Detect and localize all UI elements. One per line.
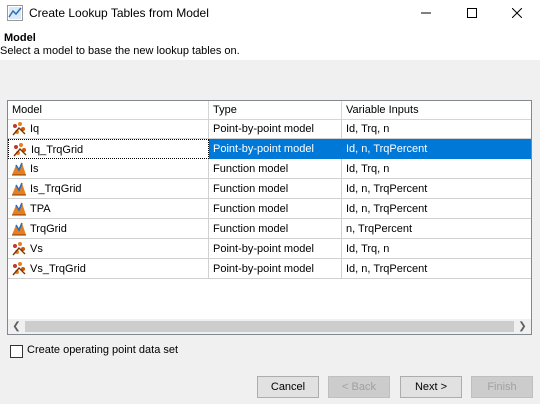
point-by-point-model-icon: [11, 241, 27, 257]
cell-model[interactable]: Vs_TrqGrid: [8, 259, 209, 279]
function-model-icon: [11, 221, 27, 237]
cell-model[interactable]: TPA: [8, 199, 209, 219]
cell-model[interactable]: Iq_TrqGrid: [8, 139, 209, 159]
page-subtitle: Select a model to base the new lookup ta…: [0, 45, 240, 57]
cell-type[interactable]: Function model: [209, 179, 342, 199]
model-name: TPA: [30, 203, 51, 215]
column-header-type[interactable]: Type: [209, 101, 342, 119]
minimize-icon: [421, 12, 431, 14]
operating-point-checkbox[interactable]: [10, 345, 23, 358]
cell-model[interactable]: Is_TrqGrid: [8, 179, 209, 199]
cancel-button[interactable]: Cancel: [257, 376, 319, 398]
scrollbar-thumb[interactable]: [25, 321, 514, 332]
column-header-variable-inputs[interactable]: Variable Inputs: [342, 101, 531, 119]
cell-variable-inputs[interactable]: Id, n, TrqPercent: [342, 139, 531, 159]
function-model-icon: [11, 201, 27, 217]
column-header-model[interactable]: Model: [8, 101, 209, 119]
model-name: Iq: [30, 123, 40, 135]
table-row[interactable]: Vs Point-by-point model Id, Trq, n: [8, 239, 531, 259]
cell-variable-inputs[interactable]: Id, Trq, n: [342, 239, 531, 259]
cell-model[interactable]: Vs: [8, 239, 209, 259]
cell-variable-inputs[interactable]: Id, Trq, n: [342, 159, 531, 179]
maximize-button[interactable]: [449, 0, 495, 26]
cell-type[interactable]: Function model: [209, 199, 342, 219]
cell-variable-inputs[interactable]: Id, n, TrqPercent: [342, 199, 531, 219]
model-name: TrqGrid: [30, 223, 67, 235]
table-row[interactable]: Iq Point-by-point model Id, Trq, n: [8, 119, 531, 139]
page-header: Model Select a model to base the new loo…: [0, 26, 540, 60]
close-icon: [512, 8, 522, 18]
title-bar: Create Lookup Tables from Model: [0, 0, 540, 26]
model-table: Model Type Variable Inputs Iq Point-by-po…: [7, 100, 532, 335]
minimize-button[interactable]: [403, 0, 449, 26]
window-title: Create Lookup Tables from Model: [29, 6, 209, 20]
page-title: Model: [4, 32, 36, 44]
maximize-icon: [467, 8, 477, 18]
finish-button[interactable]: Finish: [471, 376, 533, 398]
point-by-point-model-icon: [11, 261, 27, 277]
model-name: Is_TrqGrid: [30, 183, 82, 195]
function-model-icon: [11, 161, 27, 177]
table-row[interactable]: TrqGrid Function model n, TrqPercent: [8, 219, 531, 239]
operating-point-checkbox-label[interactable]: Create operating point data set: [27, 344, 178, 356]
cell-type[interactable]: Function model: [209, 159, 342, 179]
table-row[interactable]: Is Function model Id, Trq, n: [8, 159, 531, 179]
matlab-app-icon: [7, 5, 23, 21]
model-name: Vs: [30, 243, 43, 255]
table-header: Model Type Variable Inputs: [8, 101, 531, 120]
cell-type[interactable]: Point-by-point model: [209, 139, 342, 159]
cell-variable-inputs[interactable]: Id, n, TrqPercent: [342, 179, 531, 199]
model-name: Is: [30, 163, 39, 175]
cell-variable-inputs[interactable]: Id, Trq, n: [342, 119, 531, 139]
scroll-left-icon[interactable]: ❮: [8, 319, 25, 334]
cell-variable-inputs[interactable]: n, TrqPercent: [342, 219, 531, 239]
model-name: Iq_TrqGrid: [31, 144, 84, 156]
table-row[interactable]: Is_TrqGrid Function model Id, n, TrqPercen…: [8, 179, 531, 199]
cell-type[interactable]: Point-by-point model: [209, 239, 342, 259]
model-name: Vs_TrqGrid: [30, 263, 86, 275]
table-row[interactable]: Iq_TrqGrid Point-by-point model Id, n, Trq…: [8, 139, 531, 159]
cell-type[interactable]: Point-by-point model: [209, 119, 342, 139]
cell-model[interactable]: TrqGrid: [8, 219, 209, 239]
next-button[interactable]: Next >: [400, 376, 462, 398]
cell-type[interactable]: Point-by-point model: [209, 259, 342, 279]
cell-type[interactable]: Function model: [209, 219, 342, 239]
function-model-icon: [11, 181, 27, 197]
cell-variable-inputs[interactable]: Id, n, TrqPercent: [342, 259, 531, 279]
point-by-point-model-icon: [12, 142, 28, 158]
table-row[interactable]: TPA Function model Id, n, TrqPercent: [8, 199, 531, 219]
back-button[interactable]: < Back: [328, 376, 390, 398]
horizontal-scrollbar[interactable]: ❮ ❯: [8, 319, 531, 334]
close-button[interactable]: [494, 0, 540, 26]
cell-model[interactable]: Is: [8, 159, 209, 179]
table-row[interactable]: Vs_TrqGrid Point-by-point model Id, n, Trq…: [8, 259, 531, 279]
point-by-point-model-icon: [11, 121, 27, 137]
table-body: Iq Point-by-point model Id, Trq, n Iq_TrqGr…: [8, 119, 531, 279]
cell-model[interactable]: Iq: [8, 119, 209, 139]
scroll-right-icon[interactable]: ❯: [514, 319, 531, 334]
